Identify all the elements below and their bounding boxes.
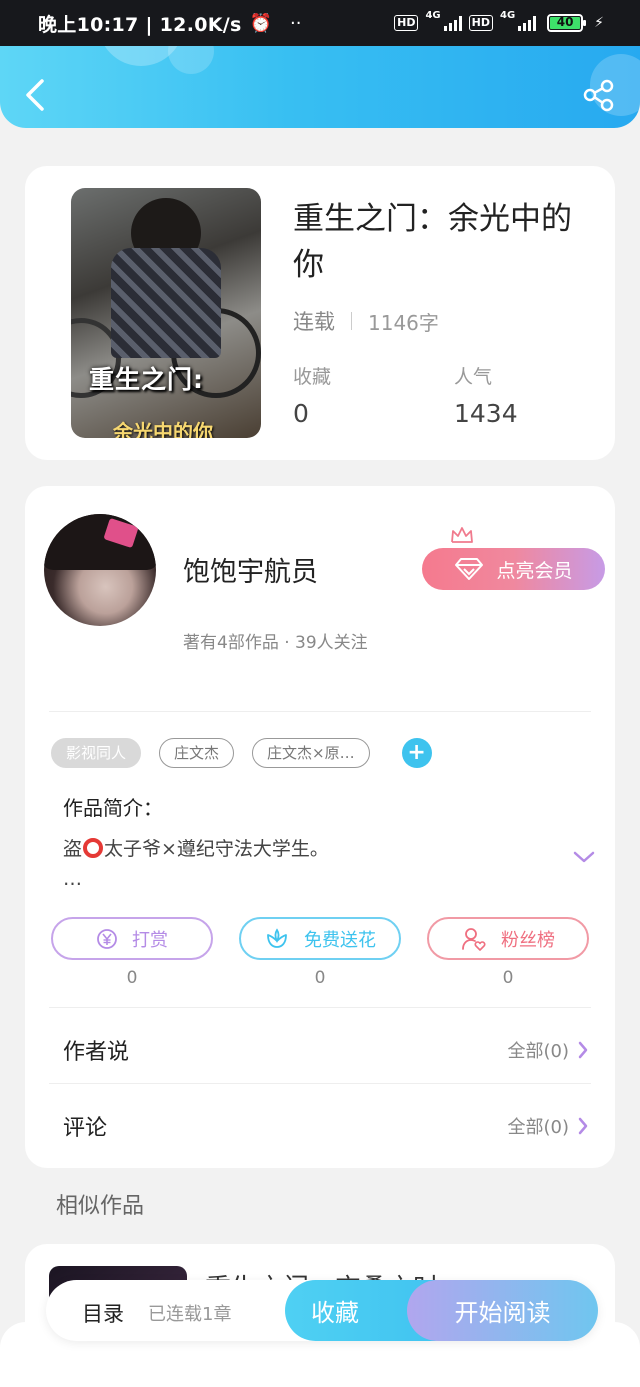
yen-icon — [97, 928, 117, 949]
share-icon[interactable] — [582, 78, 616, 112]
network-label: 4G — [425, 10, 441, 21]
chevron-left-icon[interactable] — [22, 78, 48, 112]
popularity-label: 人气 — [454, 366, 493, 388]
fan-ranking-label: 粉丝榜 — [501, 929, 555, 951]
send-flower-label: 免费送花 — [304, 929, 376, 951]
flower-count: 0 — [314, 968, 326, 988]
start-reading-label: 开始阅读 — [454, 1299, 551, 1327]
tag[interactable]: 庄文杰×原… — [252, 738, 370, 768]
status-bar: 晚上10:17 | 12.0K/s ⏰ ·· HD 4G HD 4G 40 ⚡ — [0, 0, 640, 46]
cover-title: 重生之门: — [89, 365, 204, 394]
book-title: 重生之门：余光中的你 — [293, 201, 572, 283]
favorite-label: 收藏 — [311, 1299, 359, 1327]
charging-icon: ⚡ — [594, 15, 604, 31]
red-circle-emoji-icon — [83, 838, 104, 858]
status-time: 晚上10:17 | 12.0K/s — [38, 13, 242, 36]
author-says-row[interactable]: 作者说 全部(0) — [63, 1020, 589, 1080]
intro-text-part: 太子爷×遵纪守法大学生。 — [104, 838, 329, 860]
book-status: 连载 — [293, 310, 335, 334]
vip-button[interactable]: 点亮会员 — [422, 548, 605, 590]
fan-count: 0 — [502, 968, 514, 988]
divider — [49, 711, 591, 712]
reward-button[interactable]: 打赏 — [51, 917, 213, 960]
reward-count: 0 — [126, 968, 138, 988]
cover-art — [111, 248, 221, 358]
chapter-count: 已连载1章 — [148, 1304, 232, 1325]
flower-icon — [267, 927, 287, 948]
author-says-title: 作者说 — [63, 1040, 130, 1065]
comments-row[interactable]: 评论 全部(0) — [63, 1096, 589, 1156]
alarm-clock-icon: ⏰ — [249, 12, 273, 34]
divider — [49, 1007, 591, 1008]
divider — [49, 1083, 591, 1084]
toc-button[interactable]: 目录 — [82, 1298, 124, 1328]
signal-icon — [443, 15, 462, 31]
battery-level: 40 — [556, 15, 574, 29]
send-flower-button[interactable]: 免费送花 — [239, 917, 401, 960]
add-tag-button[interactable]: + — [401, 738, 432, 768]
author-says-count: 全部(0) — [507, 1041, 570, 1062]
book-meta: 连载 1146字 — [293, 306, 439, 336]
intro-text-part: 盗 — [63, 838, 83, 860]
diamond-icon — [455, 558, 484, 580]
tag[interactable]: 影视同人 — [51, 738, 142, 768]
tag-list: 影视同人 庄文杰 庄文杰×原… + — [51, 738, 432, 768]
author-name[interactable]: 饱饱宇航员 — [183, 550, 318, 589]
favorites-stat: 收藏 0 — [293, 362, 331, 428]
book-cover[interactable]: 重生之门: 余光中的你 — [71, 188, 261, 438]
user-heart-icon — [462, 927, 486, 951]
battery-icon: 40 — [547, 14, 587, 32]
vip-label: 点亮会员 — [496, 559, 573, 582]
network-label: 4G — [499, 10, 516, 21]
tag[interactable]: 庄文杰 — [159, 738, 235, 768]
start-reading-button[interactable]: 开始阅读 — [407, 1280, 598, 1341]
divider — [351, 312, 352, 330]
favorites-label: 收藏 — [293, 366, 332, 388]
author-stats: 著有4部作品 · 39人关注 — [183, 633, 368, 653]
avatar[interactable] — [44, 514, 156, 626]
signal-icon — [518, 15, 537, 31]
chevron-right-icon — [578, 1041, 588, 1059]
favorites-value: 0 — [293, 399, 309, 428]
popularity-value: 1434 — [454, 399, 518, 428]
cover-subtitle: 余光中的你 — [113, 420, 213, 438]
reward-label: 打赏 — [132, 929, 168, 951]
chevron-down-icon[interactable] — [573, 850, 595, 864]
author-says-all[interactable]: 全部(0) — [508, 1037, 590, 1063]
hd-badge: HD — [394, 15, 419, 31]
bottom-action-bar: 目录 已连载1章 收藏 开始阅读 — [46, 1280, 598, 1341]
author-card: 饱饱宇航员 著有4部作品 · 39人关注 点亮会员 影视同人 庄文杰 庄文杰×原… — [25, 486, 615, 1168]
comments-title: 评论 — [63, 1116, 108, 1141]
more-notifications: ·· — [290, 12, 302, 34]
word-count: 1146字 — [368, 310, 439, 335]
intro-title: 作品简介： — [63, 796, 163, 820]
popularity-stat: 人气 1434 — [454, 362, 518, 428]
hd-badge: HD — [468, 15, 493, 31]
avatar-art — [44, 514, 156, 570]
similar-works-title: 相似作品 — [56, 1194, 145, 1219]
chevron-right-icon — [578, 1117, 588, 1135]
comments-all[interactable]: 全部(0) — [508, 1113, 590, 1139]
crown-icon — [451, 527, 473, 543]
comments-count: 全部(0) — [507, 1117, 570, 1138]
intro-ellipsis: … — [63, 868, 82, 890]
intro-text[interactable]: 盗太子爷×遵纪守法大学生。 … — [63, 834, 543, 894]
fan-ranking-button[interactable]: 粉丝榜 — [427, 917, 589, 960]
book-info-card: 重生之门: 余光中的你 重生之门：余光中的你 连载 1146字 收藏 0 人气 … — [25, 166, 615, 460]
